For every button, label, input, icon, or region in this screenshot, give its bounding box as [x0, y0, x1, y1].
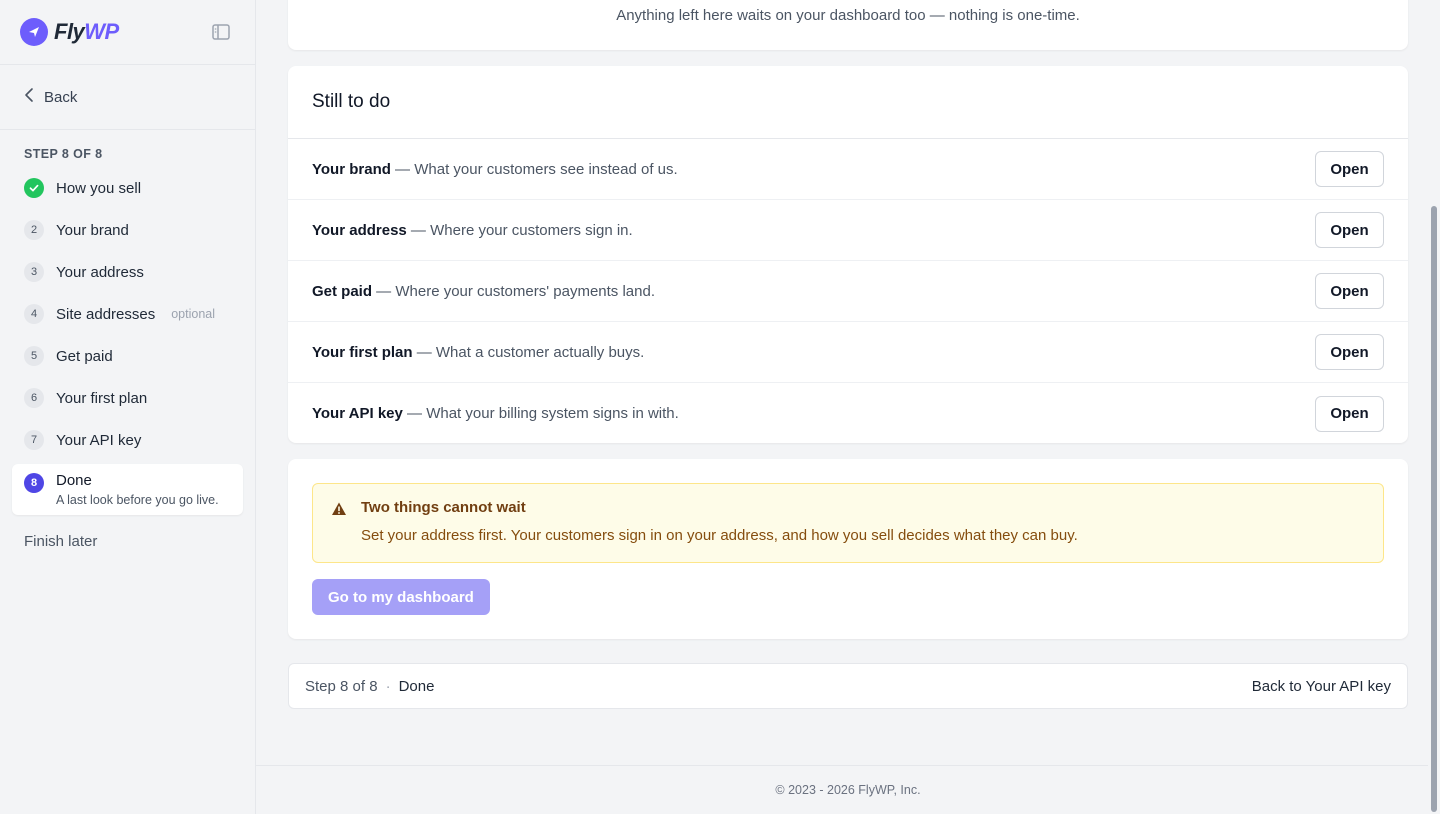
sidebar-toggle-icon[interactable]: [211, 23, 231, 41]
logo-mark-icon: [20, 18, 48, 46]
back-label: Back: [44, 88, 78, 106]
back-to-api-key-link[interactable]: Back to Your API key: [1252, 678, 1391, 695]
step-label: Done: [56, 472, 92, 489]
todo-row-your-address: Your address — Where your customers sign…: [288, 200, 1408, 261]
chevron-left-icon: [24, 87, 34, 107]
step-item-how-you-sell[interactable]: How you sell: [0, 167, 255, 209]
step-caption: STEP 8 OF 8: [24, 147, 103, 161]
step-number: 7: [24, 430, 44, 450]
current-step-name: Done: [398, 677, 435, 695]
step-label: Your first plan: [56, 389, 148, 407]
todo-name: Your address: [312, 221, 407, 239]
scrollbar[interactable]: [1428, 0, 1440, 814]
todo-name: Your API key: [312, 405, 403, 422]
step-list: How you sell 2 Your brand 3 Your address…: [0, 167, 255, 515]
step-item-get-paid[interactable]: 5 Get paid: [0, 335, 255, 377]
summary-card: Anything left here waits on your dashboa…: [288, 0, 1408, 50]
step-item-your-api-key[interactable]: 7 Your API key: [0, 419, 255, 461]
step-active-text: Done A last look before you go live.: [56, 472, 219, 507]
sidebar: FlyWP Back STEP 8 OF 8 How you sell 2 Yo…: [0, 0, 256, 814]
todo-desc: — What a customer actually buys.: [412, 343, 645, 361]
step-indicator: Step 8 of 8 · Done: [305, 678, 434, 695]
step-label: Your API key: [56, 431, 142, 449]
todo-text: Your address — Where your customers sign…: [312, 222, 633, 239]
todo-desc: — What your billing system signs in with…: [402, 405, 679, 422]
warning-title: Two things cannot wait: [361, 499, 526, 516]
still-to-do-title: Still to do: [288, 66, 1408, 139]
summary-note: Anything left here waits on your dashboa…: [616, 7, 1080, 24]
step-item-your-address[interactable]: 3 Your address: [0, 251, 255, 293]
step-number: 2: [24, 220, 44, 240]
open-your-brand-button[interactable]: Open: [1315, 151, 1384, 187]
logo[interactable]: FlyWP: [20, 18, 119, 46]
step-item-your-brand[interactable]: 2 Your brand: [0, 209, 255, 251]
step-number: 3: [24, 262, 44, 282]
warning-alert: Two things cannot wait Set your address …: [312, 483, 1384, 563]
todo-desc: — What your customers see instead of us.: [390, 160, 678, 178]
main-content: Anything left here waits on your dashboa…: [256, 0, 1440, 814]
todo-text: Your first plan — What a customer actual…: [312, 344, 644, 361]
check-icon: [24, 178, 44, 198]
open-get-paid-button[interactable]: Open: [1315, 273, 1384, 309]
open-your-address-button[interactable]: Open: [1315, 212, 1384, 248]
warning-content: Two things cannot wait Set your address …: [361, 499, 1078, 547]
todo-row-your-api-key: Your API key — What your billing system …: [288, 383, 1408, 444]
step-count: Step 8 of 8: [305, 677, 378, 695]
step-number: 8: [24, 473, 44, 493]
todo-name: Get paid: [312, 282, 373, 300]
step-item-your-first-plan[interactable]: 6 Your first plan: [0, 377, 255, 419]
go-to-dashboard-button[interactable]: Go to my dashboard: [312, 579, 490, 615]
open-your-first-plan-button[interactable]: Open: [1315, 334, 1384, 370]
todo-desc: — Where your customers' payments land.: [372, 282, 655, 300]
todo-text: Your API key — What your billing system …: [312, 405, 679, 422]
todo-row-get-paid: Get paid — Where your customers' payment…: [288, 261, 1408, 322]
step-label: Site addresses: [56, 305, 156, 323]
logo-row: FlyWP: [0, 0, 255, 65]
step-subtitle: A last look before you go live.: [56, 493, 219, 507]
step-label: Your address: [56, 263, 144, 281]
todo-text: Get paid — Where your customers' payment…: [312, 283, 655, 300]
step-number: 4: [24, 304, 44, 324]
step-item-site-addresses[interactable]: 4 Site addresses optional: [0, 293, 255, 335]
copyright-text: © 2023 - 2026 FlyWP, Inc.: [775, 783, 921, 797]
finish-card: Two things cannot wait Set your address …: [288, 459, 1408, 639]
todo-desc: — Where your customers sign in.: [406, 221, 633, 239]
todo-name: Your first plan: [312, 343, 413, 361]
step-number: 6: [24, 388, 44, 408]
scrollbar-thumb[interactable]: [1431, 206, 1437, 812]
step-label: How you sell: [56, 179, 142, 197]
todo-row-your-first-plan: Your first plan — What a customer actual…: [288, 322, 1408, 383]
step-number: 5: [24, 346, 44, 366]
finish-later-link[interactable]: Finish later: [0, 519, 255, 564]
logo-text: FlyWP: [54, 19, 119, 44]
open-your-api-key-button[interactable]: Open: [1315, 395, 1384, 432]
step-item-done[interactable]: 8 Done A last look before you go live.: [12, 464, 243, 515]
step-label: Your brand: [56, 221, 129, 239]
still-to-do-card: Still to do Your brand — What your custo…: [288, 66, 1408, 443]
separator-dot: ·: [385, 677, 391, 695]
back-link[interactable]: Back: [0, 65, 255, 130]
todo-name: Your brand: [312, 160, 391, 178]
todo-text: Your brand — What your customers see ins…: [312, 161, 678, 178]
step-label: Get paid: [56, 347, 113, 365]
warning-body: Set your address first. Your customers s…: [361, 527, 1078, 544]
copyright-footer: © 2023 - 2026 FlyWP, Inc.: [256, 765, 1440, 814]
optional-tag: optional: [171, 307, 216, 321]
warning-icon: [331, 501, 347, 517]
todo-row-your-brand: Your brand — What your customers see ins…: [288, 139, 1408, 200]
step-footer-bar: Step 8 of 8 · Done Back to Your API key: [288, 663, 1408, 709]
